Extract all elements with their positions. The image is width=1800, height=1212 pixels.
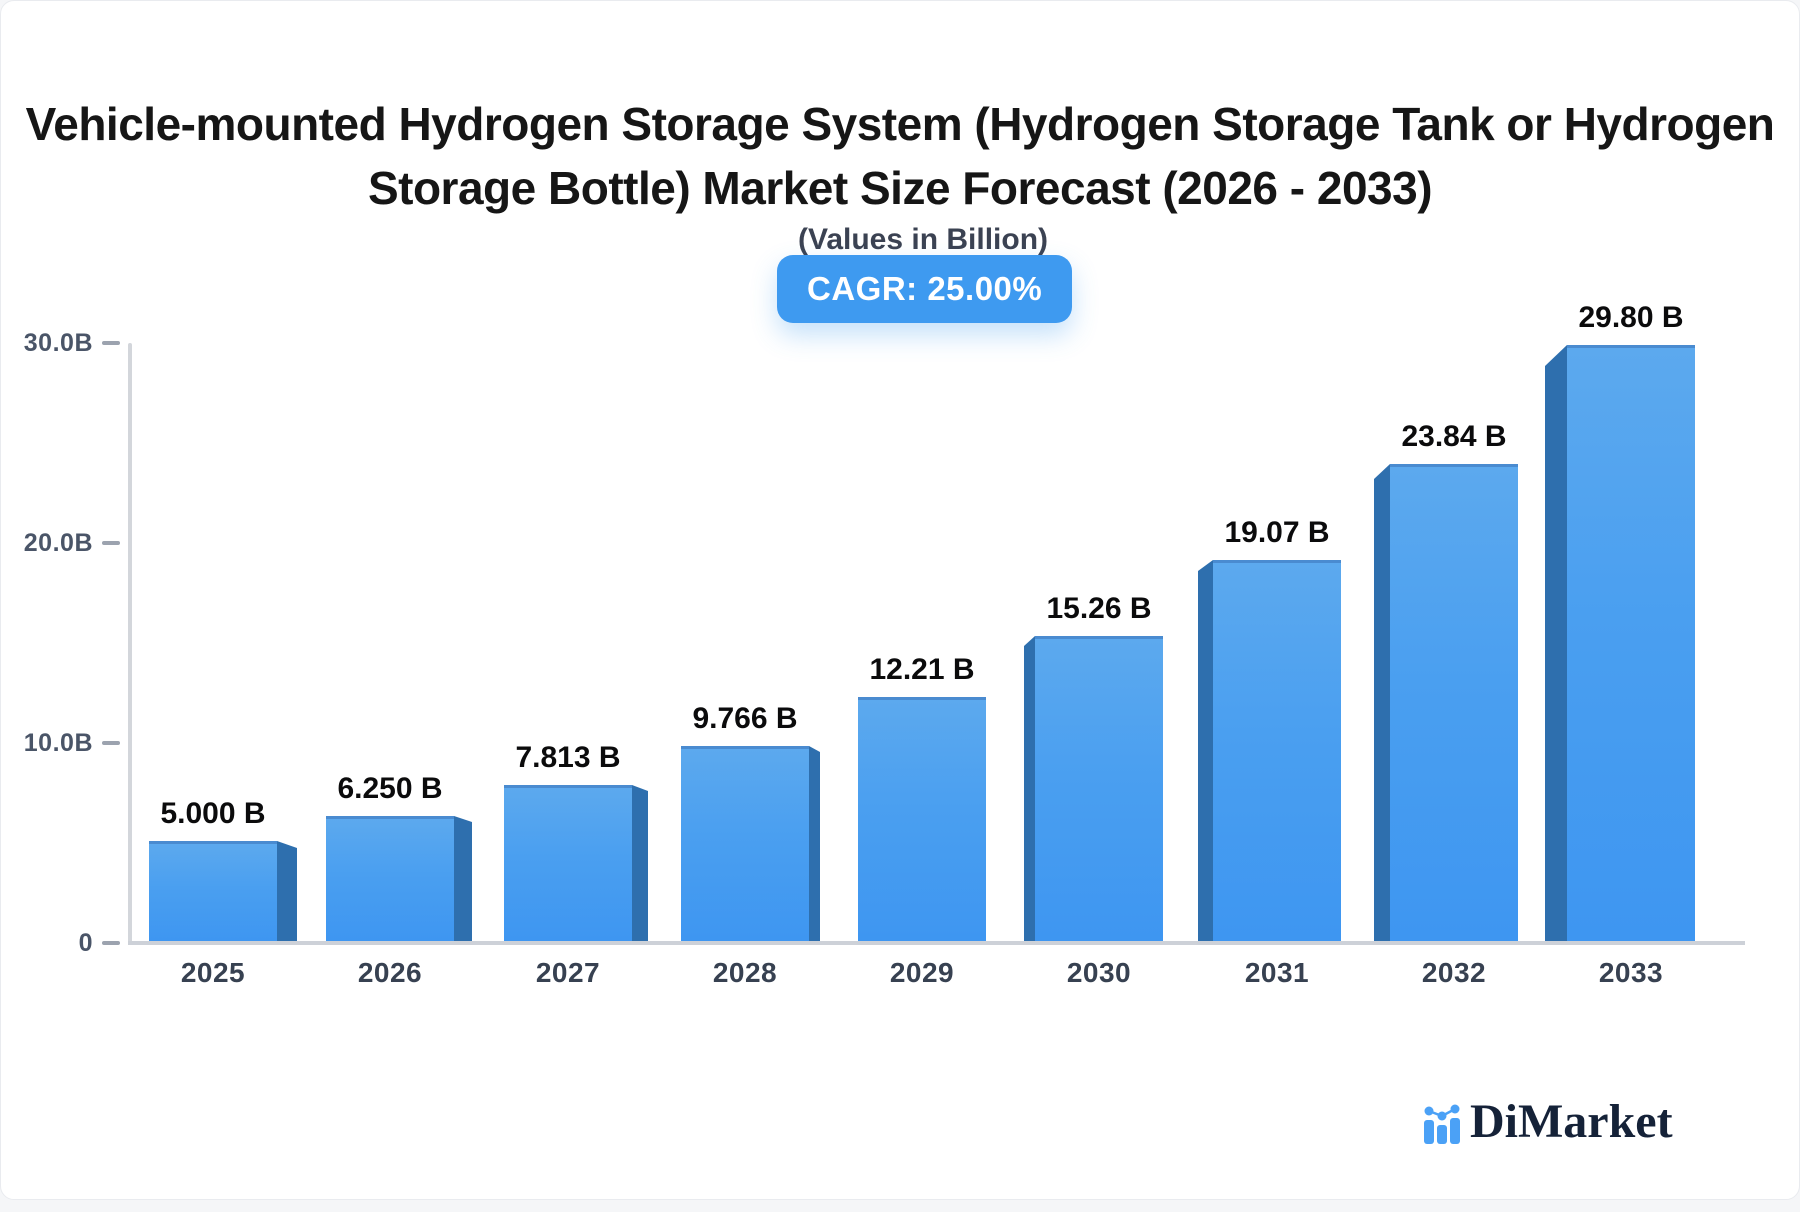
x-axis-year-label: 2025 (113, 958, 313, 988)
x-axis-year-label: 2032 (1354, 958, 1554, 988)
bar-side-3d (277, 841, 297, 941)
x-axis-line (128, 941, 1745, 945)
bar-side-3d (1198, 560, 1213, 941)
bar-2032 (1390, 464, 1518, 941)
y-tick-label: 0 (0, 927, 93, 959)
bar-2031 (1213, 560, 1341, 941)
bar-side-3d (454, 816, 472, 941)
bar-value-label: 7.813 B (428, 739, 708, 777)
x-axis-year-label: 2028 (645, 958, 845, 988)
bar-2027 (504, 785, 632, 941)
x-axis-year-label: 2027 (468, 958, 668, 988)
y-tick-mark (102, 941, 120, 945)
y-tick-label: 10.0B (0, 727, 93, 759)
bar-value-label: 9.766 B (605, 700, 885, 738)
bar-side-3d (809, 746, 820, 941)
bar-2025 (149, 841, 277, 941)
bar-value-label: 12.21 B (782, 651, 1062, 689)
x-axis-year-label: 2031 (1177, 958, 1377, 988)
bar-2033 (1567, 345, 1695, 941)
bar-side-3d (1024, 636, 1035, 941)
bar-chart-sparkline-icon (1422, 1104, 1464, 1146)
bar-2030 (1035, 636, 1163, 941)
x-axis-year-label: 2030 (999, 958, 1199, 988)
x-axis-year-label: 2026 (290, 958, 490, 988)
bar-2026 (326, 816, 454, 941)
bar-2028 (681, 746, 809, 941)
y-tick-label: 20.0B (0, 527, 93, 559)
y-tick-mark (102, 541, 120, 545)
brand-name: DiMarket (1470, 1098, 1673, 1146)
x-axis-year-label: 2033 (1531, 958, 1731, 988)
y-axis-line (128, 343, 132, 945)
bar-2029 (858, 697, 986, 941)
y-tick-mark (102, 341, 120, 345)
x-axis-year-label: 2029 (822, 958, 1022, 988)
bar-side-3d (1374, 464, 1390, 941)
y-tick-label: 30.0B (0, 327, 93, 359)
bar-value-label: 29.80 B (1491, 299, 1771, 337)
bar-value-label: 15.26 B (959, 590, 1239, 628)
bar-side-3d (1545, 345, 1567, 941)
plot-area: 010.0B20.0B30.0B5.000 B20256.250 B20267.… (0, 0, 1800, 1212)
y-tick-mark (102, 741, 120, 745)
bar-side-3d (632, 785, 648, 941)
